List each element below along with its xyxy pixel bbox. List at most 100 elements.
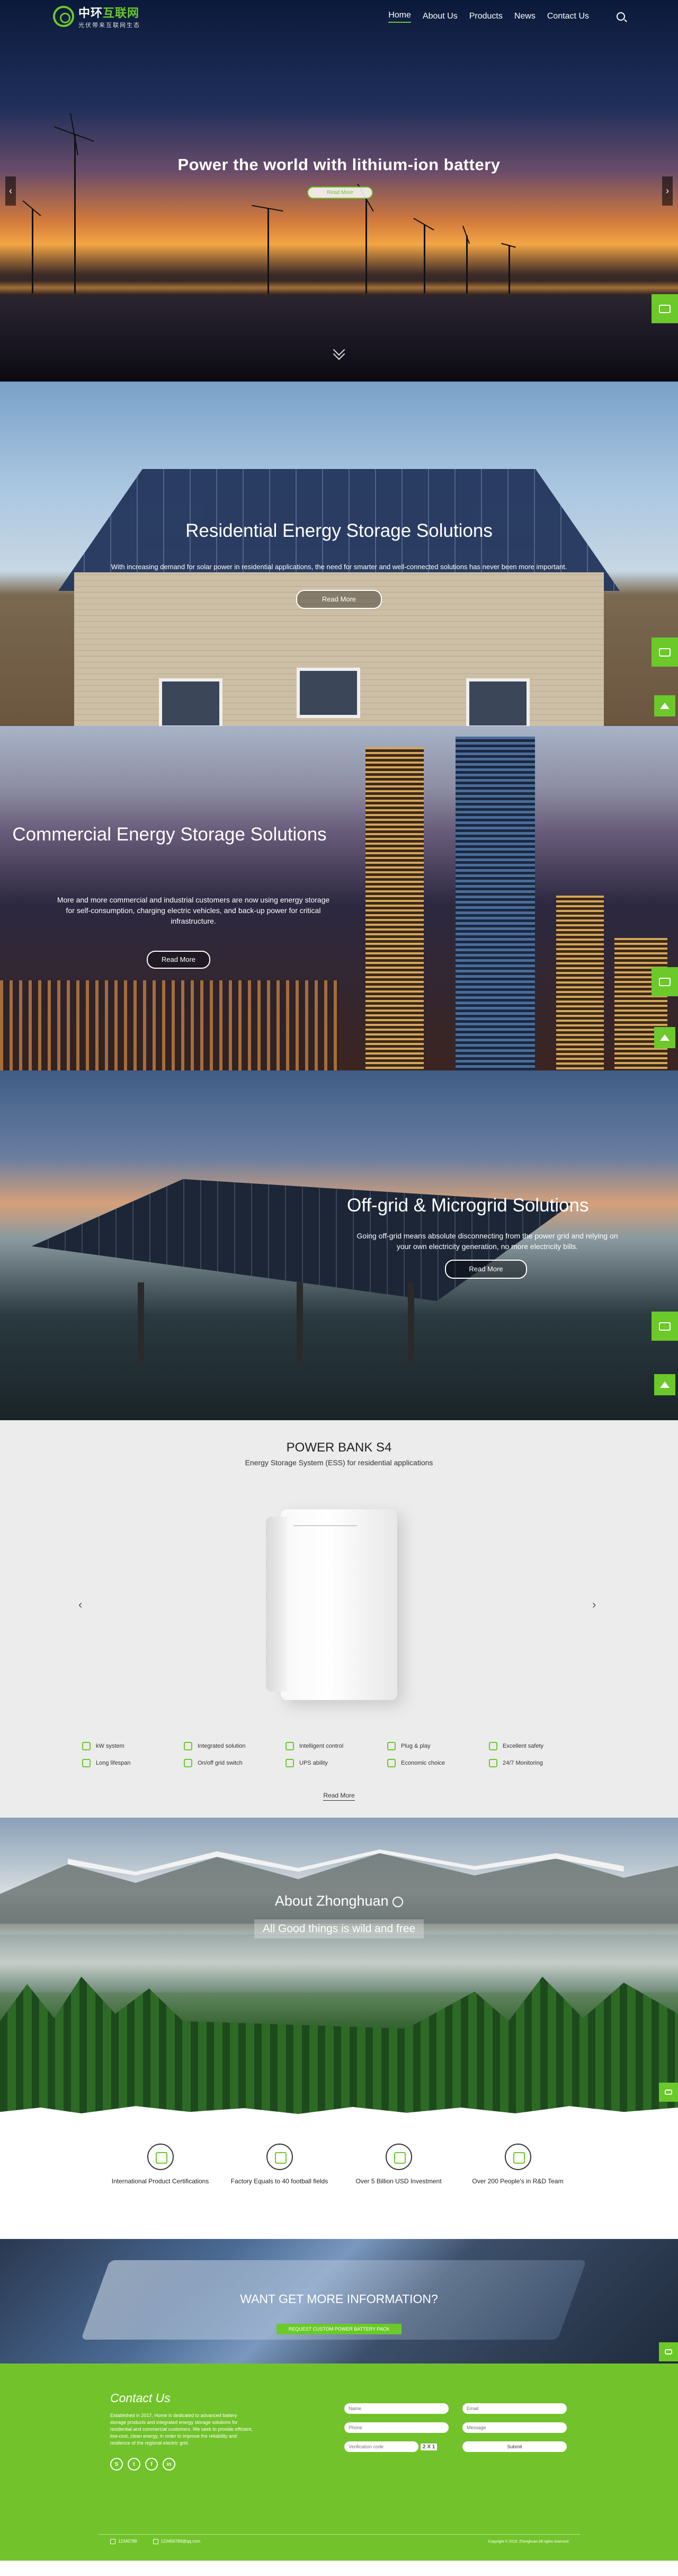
residential-section: Residential Energy Storage Solutions Wit… <box>0 382 678 726</box>
wind-turbine-icon <box>22 200 41 294</box>
float-contact-button[interactable] <box>652 967 678 996</box>
hero-read-more-button[interactable]: Read More <box>307 187 373 199</box>
skype-icon[interactable]: S <box>110 2458 123 2471</box>
phone-info: 12345789 <box>110 2539 137 2544</box>
footer-divider <box>98 2534 580 2535</box>
feature-item: Integrated solution <box>184 1742 286 1750</box>
wind-turbine-icon <box>413 218 434 294</box>
logo-icon <box>53 6 74 27</box>
ups-icon <box>286 1759 294 1767</box>
feature-item: On/off grid switch <box>184 1759 286 1767</box>
captcha-group: 2 X 1 <box>344 2441 449 2452</box>
commercial-read-more-button[interactable]: Read More <box>147 951 210 969</box>
grid-switch-icon <box>184 1759 192 1767</box>
chat-icon <box>659 977 671 986</box>
phone-field[interactable] <box>344 2422 449 2433</box>
stat-item: Over 200 People's in R&D Team <box>458 2144 577 2185</box>
float-contact-button[interactable] <box>652 638 678 667</box>
arrow-up-icon <box>660 1382 670 1388</box>
top-navigation: 中环互联网 光伏带来互联网生态 Home About Us Products N… <box>0 0 678 33</box>
commercial-text: More and more commercial and industrial … <box>57 896 330 925</box>
search-icon[interactable] <box>617 12 625 21</box>
panel-post <box>297 1282 303 1362</box>
chat-icon <box>665 2349 672 2354</box>
offgrid-read-more-button[interactable]: Read More <box>445 1260 527 1279</box>
name-field[interactable] <box>344 2403 449 2414</box>
scroll-down-icon[interactable] <box>332 343 346 360</box>
certificate-icon <box>147 2144 174 2170</box>
float-contact-button[interactable] <box>652 294 678 323</box>
facebook-icon[interactable]: f <box>145 2458 158 2471</box>
cta-banner: WANT GET MORE INFORMATION? REQUEST CUSTO… <box>0 2239 678 2363</box>
nav-news[interactable]: News <box>514 12 536 21</box>
offgrid-title: Off-grid & Microgrid Solutions <box>347 1195 589 1216</box>
forest-image <box>0 1977 678 2125</box>
hero-title: Power the world with lithium-ion battery <box>177 155 501 174</box>
feature-item: Economic choice <box>387 1759 489 1767</box>
house-window <box>466 678 530 726</box>
float-contact-button[interactable] <box>659 2342 678 2361</box>
product-name: POWER BANK S4 <box>286 1440 392 1455</box>
feature-item: UPS ability <box>286 1759 387 1767</box>
economic-icon <box>387 1759 396 1767</box>
nav-about-us[interactable]: About Us <box>423 12 458 21</box>
wind-turbine-icon <box>501 243 516 294</box>
lifespan-icon <box>82 1759 91 1767</box>
slider-prev-button[interactable]: ‹ <box>5 176 16 206</box>
skyscraper-image <box>456 737 535 1070</box>
nav-contact-us[interactable]: Contact Us <box>547 12 589 21</box>
contact-title: Contact Us <box>110 2391 171 2405</box>
chat-icon <box>659 648 671 657</box>
request-pack-button[interactable]: REQUEST CUSTOM POWER BATTERY PACK <box>276 2324 402 2334</box>
offgrid-text: Going off-grid means absolute disconnect… <box>356 1232 618 1251</box>
team-icon <box>504 2144 531 2170</box>
captcha-field[interactable] <box>344 2441 418 2452</box>
email-field[interactable] <box>462 2403 567 2414</box>
feature-item: 24/7 Monitoring <box>489 1759 591 1767</box>
message-field[interactable] <box>462 2422 567 2433</box>
site-logo[interactable]: 中环互联网 光伏带来互联网生态 <box>53 4 140 29</box>
submit-button[interactable]: Submit <box>462 2441 567 2452</box>
email-info[interactable]: 123456789@qq.com <box>153 2539 200 2544</box>
back-to-top-button[interactable] <box>654 1027 675 1048</box>
product-read-more-link[interactable]: Read More <box>0 1792 678 1801</box>
skyscraper-image <box>556 896 604 1070</box>
commercial-section: Commercial Energy Storage Solutions More… <box>0 726 678 1070</box>
stat-item: Over 5 Billion USD Investment <box>339 2144 458 2185</box>
horizon-glow <box>0 281 678 295</box>
logo-swirl-icon <box>392 1896 404 1907</box>
residential-read-more-button[interactable]: Read More <box>296 590 382 609</box>
feature-item: kW system <box>82 1742 184 1750</box>
feature-item: Excellent safety <box>489 1742 591 1750</box>
copyright: Copyright © 2019. Zhonghuan All rights r… <box>488 2540 569 2544</box>
lake-image <box>0 1934 678 1993</box>
chat-icon <box>659 1322 671 1331</box>
captcha-code[interactable]: 2 X 1 <box>421 2443 438 2450</box>
power-bank-image <box>266 1509 397 1700</box>
linkedin-icon[interactable]: in <box>163 2458 175 2471</box>
float-contact-button[interactable] <box>659 2083 678 2102</box>
contact-section: Contact Us Established in 2017, Home is … <box>0 2363 678 2561</box>
product-next-button[interactable]: › <box>592 1598 596 1612</box>
nav-home[interactable]: Home <box>388 11 411 23</box>
slider-next-button[interactable]: › <box>662 176 673 206</box>
back-to-top-button[interactable] <box>654 695 675 716</box>
about-banner: About Zhonghuan All Good things is wild … <box>0 1818 678 2125</box>
nav-products[interactable]: Products <box>469 12 503 21</box>
about-title: About Zhonghuan <box>0 1893 678 1909</box>
chat-icon <box>659 304 671 313</box>
skyscraper-image <box>365 747 424 1070</box>
feature-item: Intelligent control <box>286 1742 387 1750</box>
product-subtitle: Energy Storage System (ESS) for resident… <box>245 1458 433 1467</box>
float-contact-button[interactable] <box>652 1312 678 1341</box>
stat-item: Factory Equals to 40 football fields <box>220 2144 339 2185</box>
investment-icon <box>385 2144 412 2170</box>
water-reflection <box>0 297 678 382</box>
back-to-top-button[interactable] <box>654 1374 675 1395</box>
contact-info: 12345789 123456789@qq.com <box>110 2539 200 2544</box>
feature-list: kW system Integrated solution Intelligen… <box>82 1742 591 1767</box>
twitter-icon[interactable]: t <box>128 2458 140 2471</box>
plug-play-icon <box>387 1742 396 1750</box>
phone-icon <box>110 2539 115 2544</box>
product-prev-button[interactable]: ‹ <box>78 1598 82 1612</box>
